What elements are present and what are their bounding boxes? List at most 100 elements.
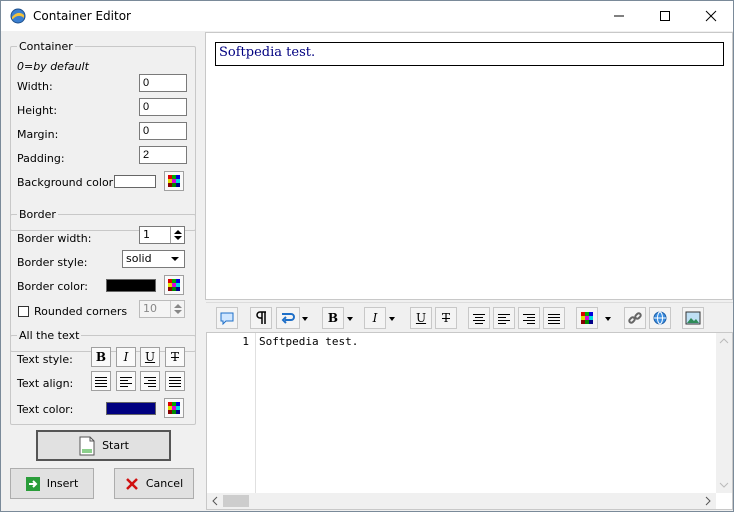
align-full-button[interactable] xyxy=(165,371,185,391)
border-legend: Border xyxy=(17,208,58,221)
paragraph-button[interactable] xyxy=(250,307,272,329)
minimize-icon xyxy=(614,15,624,17)
toolbar-align-center-button[interactable] xyxy=(468,307,490,329)
border-color-label: Border color: xyxy=(17,280,88,293)
height-input[interactable] xyxy=(139,98,187,116)
margin-input[interactable] xyxy=(139,122,187,140)
rounded-corners-spinner[interactable]: 10 xyxy=(139,300,185,318)
toolbar-bold-button[interactable]: B xyxy=(322,307,344,329)
title-bar: Container Editor xyxy=(1,1,733,31)
rounded-corners-value: 10 xyxy=(143,302,157,315)
toolbar-align-left-button[interactable] xyxy=(493,307,515,329)
scroll-up-icon[interactable] xyxy=(716,333,732,349)
border-color-swatch[interactable] xyxy=(106,279,156,292)
app-icon xyxy=(10,8,26,24)
rounded-corners-label: Rounded corners xyxy=(34,305,128,318)
align-left-icon xyxy=(498,313,510,324)
cancel-x-icon xyxy=(125,477,138,490)
cancel-label: Cancel xyxy=(145,477,184,490)
background-color-picker-button[interactable] xyxy=(164,171,184,191)
toolbar-web-button[interactable] xyxy=(649,307,671,329)
border-style-label: Border style: xyxy=(17,256,88,269)
padding-input[interactable] xyxy=(139,146,187,164)
border-style-select[interactable]: solid xyxy=(122,250,185,268)
close-button[interactable] xyxy=(688,1,734,31)
spin-buttons[interactable] xyxy=(170,227,184,243)
align-center-icon xyxy=(473,313,485,324)
source-editor[interactable]: 1 Softpedia test. xyxy=(206,332,733,510)
strikethrough-button[interactable]: T xyxy=(165,347,185,367)
text-color-picker-button[interactable] xyxy=(164,398,184,418)
container-group: Container 0=by default Width: Height: Ma… xyxy=(10,40,196,231)
line-number: 1 xyxy=(242,335,249,348)
toolbar-link-button[interactable] xyxy=(624,307,646,329)
bold-button[interactable]: B xyxy=(91,347,111,367)
container-legend: Container xyxy=(17,40,75,53)
align-justify-button[interactable] xyxy=(91,371,111,391)
start-label: Start xyxy=(102,439,129,452)
vertical-scrollbar[interactable] xyxy=(716,333,732,493)
spin-buttons[interactable] xyxy=(170,301,184,317)
border-color-picker-button[interactable] xyxy=(164,275,184,295)
wrap-arrow-icon xyxy=(281,313,295,324)
border-width-spinner[interactable]: 1 xyxy=(139,226,185,244)
align-left-button[interactable] xyxy=(116,371,136,391)
border-style-value: solid xyxy=(126,252,152,265)
width-input[interactable] xyxy=(139,74,187,92)
insert-label: Insert xyxy=(46,477,79,490)
toolbar-justify-button[interactable] xyxy=(543,307,565,329)
horizontal-scroll-thumb[interactable] xyxy=(223,495,249,507)
align-right-button[interactable] xyxy=(140,371,160,391)
padding-label: Padding: xyxy=(17,152,65,165)
scroll-left-icon[interactable] xyxy=(207,493,223,509)
wrap-dropdown-arrow[interactable] xyxy=(302,317,308,321)
align-justify-icon xyxy=(548,313,560,324)
italic-dropdown-arrow[interactable] xyxy=(389,317,395,321)
chevron-down-icon xyxy=(171,257,179,261)
background-color-swatch[interactable] xyxy=(114,175,156,188)
toolbar-align-right-button[interactable] xyxy=(518,307,540,329)
bold-dropdown-arrow[interactable] xyxy=(347,317,353,321)
toolbar-color-button[interactable] xyxy=(576,307,598,329)
wrap-button[interactable] xyxy=(276,307,300,329)
text-legend: All the text xyxy=(17,329,82,342)
horizontal-scrollbar[interactable] xyxy=(207,493,716,509)
scroll-right-icon[interactable] xyxy=(700,493,716,509)
palette-icon xyxy=(168,175,180,187)
maximize-button[interactable] xyxy=(642,1,688,31)
preview-pane: Softpedia test. xyxy=(205,32,733,300)
maximize-icon xyxy=(660,11,670,21)
minimize-button[interactable] xyxy=(596,1,642,31)
source-text[interactable]: Softpedia test. xyxy=(259,335,358,348)
text-color-swatch[interactable] xyxy=(106,402,156,415)
toolbar-underline-button[interactable]: U xyxy=(410,307,432,329)
toolbar-strikethrough-button[interactable]: T xyxy=(435,307,457,329)
start-button[interactable]: Start xyxy=(36,430,171,461)
cancel-button[interactable]: Cancel xyxy=(114,468,194,499)
comment-button[interactable] xyxy=(216,307,238,329)
insert-button[interactable]: Insert xyxy=(10,468,94,499)
close-icon xyxy=(705,10,717,22)
underline-button[interactable]: U xyxy=(140,347,160,367)
window-title: Container Editor xyxy=(33,9,131,23)
italic-button[interactable]: I xyxy=(116,347,136,367)
line-number-gutter: 1 xyxy=(207,333,256,493)
height-label: Height: xyxy=(17,104,58,117)
text-align-label: Text align: xyxy=(17,377,74,390)
border-width-label: Border width: xyxy=(17,232,92,245)
palette-icon xyxy=(581,312,593,324)
margin-label: Margin: xyxy=(17,128,59,141)
text-group: All the text Text style: B I U T Text al… xyxy=(10,329,196,425)
color-dropdown-arrow[interactable] xyxy=(605,317,611,321)
align-justify-icon xyxy=(95,376,107,387)
preview-container: Softpedia test. xyxy=(215,42,724,66)
document-icon xyxy=(79,436,95,455)
rounded-corners-checkbox[interactable] xyxy=(18,306,29,317)
scroll-down-icon[interactable] xyxy=(716,477,732,493)
insert-arrow-icon xyxy=(25,476,40,491)
toolbar-italic-button[interactable]: I xyxy=(364,307,386,329)
background-color-label: Background color: xyxy=(17,176,117,189)
pilcrow-icon xyxy=(256,311,266,324)
text-color-label: Text color: xyxy=(17,403,74,416)
toolbar-image-button[interactable] xyxy=(682,307,704,329)
